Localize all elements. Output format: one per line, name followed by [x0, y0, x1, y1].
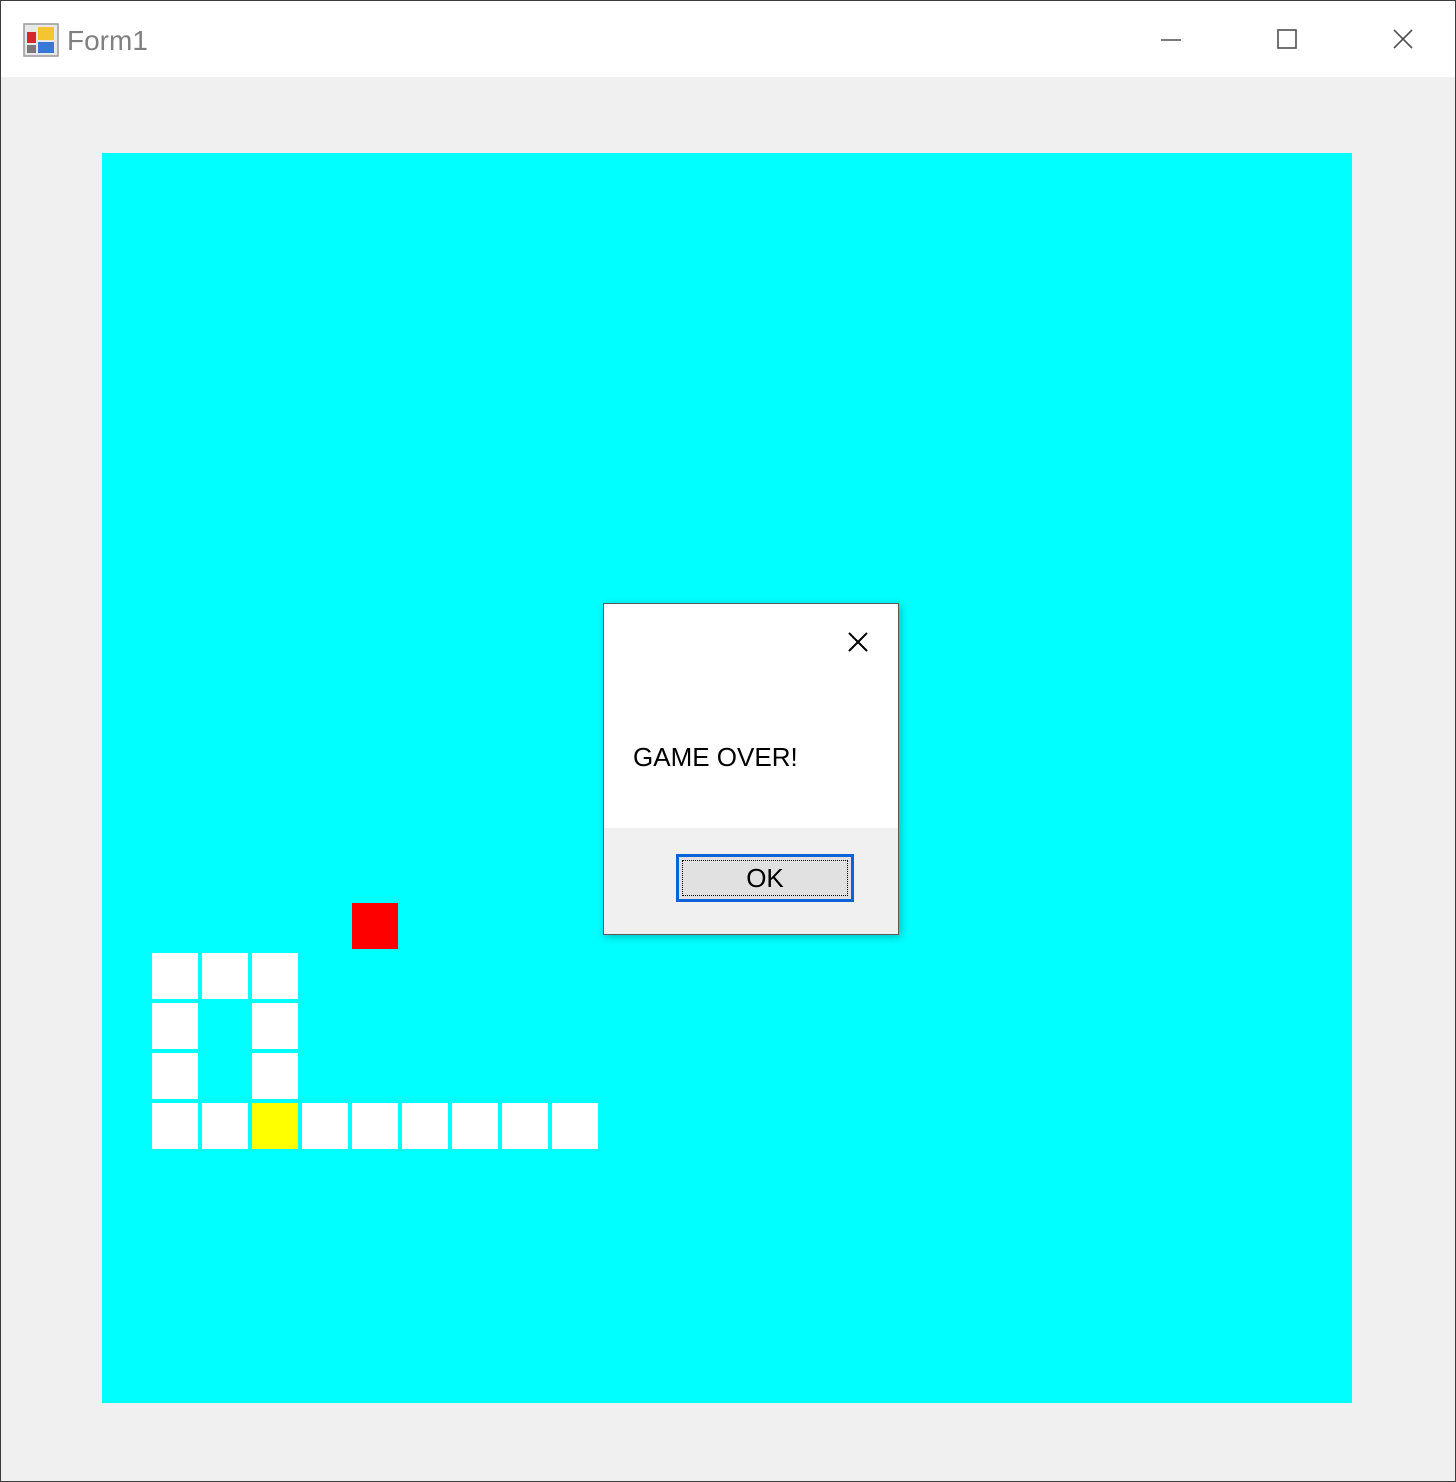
snake-segment — [202, 953, 248, 999]
snake-segment — [152, 1003, 198, 1049]
close-button[interactable] — [1345, 1, 1456, 77]
snake-segment — [152, 1103, 198, 1149]
main-window: Form1 GAME OVER! OK — [0, 0, 1456, 1482]
snake-segment — [402, 1103, 448, 1149]
app-icon — [23, 23, 59, 57]
snake-segment — [502, 1103, 548, 1149]
window-title: Form1 — [67, 25, 148, 56]
close-icon — [848, 632, 868, 652]
dialog-close-button[interactable] — [838, 622, 878, 662]
food-item — [352, 903, 398, 949]
snake-segment — [252, 1003, 298, 1049]
dialog-message: GAME OVER! — [633, 742, 798, 772]
dialog-footer: OK — [604, 828, 898, 934]
maximize-button[interactable] — [1229, 1, 1345, 77]
ok-button-label: OK — [746, 862, 784, 893]
game-over-dialog: GAME OVER! OK — [603, 603, 899, 935]
minimize-button[interactable] — [1113, 1, 1229, 77]
close-icon — [1393, 29, 1413, 49]
snake-segment — [252, 1053, 298, 1099]
snake-segment — [352, 1103, 398, 1149]
ok-button[interactable]: OK — [676, 854, 854, 902]
snake-segment — [452, 1103, 498, 1149]
snake-segment — [552, 1103, 598, 1149]
maximize-icon — [1277, 29, 1297, 49]
snake-segment — [252, 953, 298, 999]
snake-head — [252, 1103, 298, 1149]
title-bar[interactable]: Form1 — [1, 1, 1455, 77]
snake-segment — [152, 953, 198, 999]
snake-segment — [152, 1053, 198, 1099]
snake-segment — [302, 1103, 348, 1149]
snake-segment — [202, 1103, 248, 1149]
minimize-icon — [1161, 39, 1181, 41]
